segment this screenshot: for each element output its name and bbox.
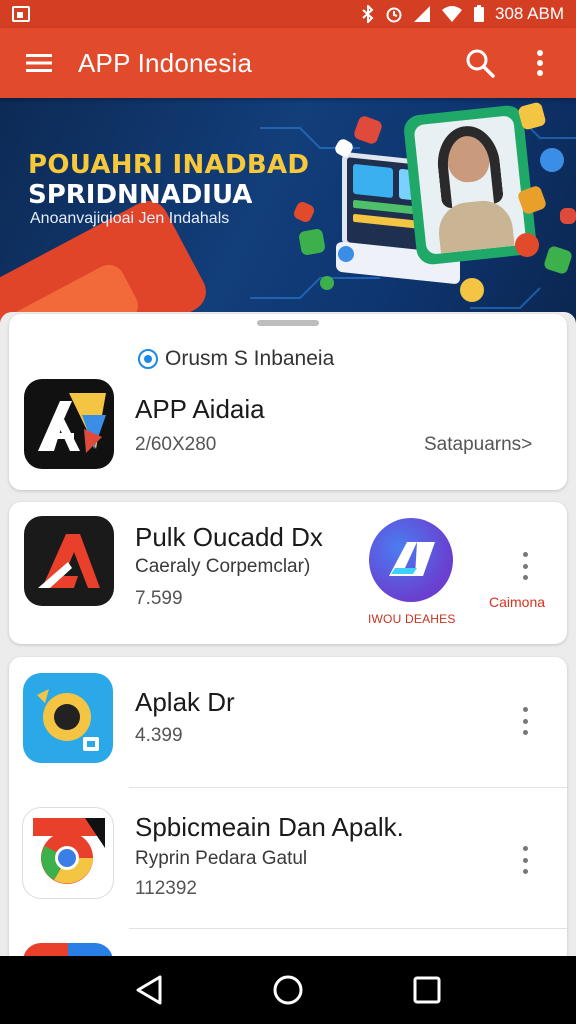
promo-app-icon[interactable] [369,518,453,602]
bluetooth-icon [362,5,374,23]
floating-tile [320,276,334,290]
side-label[interactable]: Caimona [489,594,545,610]
signal-icon [414,6,430,22]
list-item[interactable]: Aplak Dr 4.399 [9,657,567,787]
app-icon[interactable] [23,808,113,898]
app-name: Pulk Oucadd Dx [135,522,323,552]
floating-tile [460,278,484,302]
promo-banner[interactable]: POUAHRI INADBAD SPRIDNNADIUA Anoanvajiqi… [0,98,576,328]
featured-dimensions: 2/60X280 [135,434,217,455]
back-button[interactable] [119,960,179,1020]
app-card[interactable]: Pulk Oucadd Dx Caeraly Corpemclar) 7.599… [9,502,567,644]
more-options-button[interactable] [513,840,537,880]
app-count: 112392 [135,878,197,899]
app-title: APP Indonesia [78,47,253,78]
app-name: Aplak Dr [135,687,235,717]
app-logo-icon [37,689,99,751]
menu-button[interactable] [0,28,78,98]
list-item[interactable]: Spbicmeain Dan Apalk. Ryprin Pedara Gatu… [9,788,567,928]
app-logo-icon [38,534,100,588]
home-icon [273,975,303,1005]
featured-app-icon[interactable] [24,379,114,469]
app-name: Spbicmeain Dan Apalk. [135,812,404,842]
back-icon [136,975,162,1005]
chrome-icon [33,818,105,884]
section-label: Orusm S Inbaneia [165,347,335,370]
app-count: 4.399 [135,725,183,746]
app-icon[interactable] [24,516,114,606]
floating-tile [298,228,326,256]
menu-icon [26,54,52,72]
location-icon [138,349,158,369]
floating-tile [560,208,576,224]
section-label-row: Orusm S Inbaneia [137,347,334,371]
system-nav-bar [0,956,576,1024]
more-options-button[interactable] [513,701,537,741]
app-logo-icon [38,393,106,453]
app-count: 7.599 [135,588,183,609]
featured-action-link[interactable]: Satapuarns> [424,434,532,456]
battery-icon [474,5,484,22]
status-bar: 308 ABM [0,0,576,28]
banner-headline-2: SPRIDNNADIUA [28,180,253,210]
status-time: 308 ABM [495,4,564,23]
floating-tile [338,246,354,262]
featured-app-name: APP Aidaia [135,394,265,424]
app-subtitle: Ryprin Pedara Gatul [135,848,308,869]
wifi-icon [442,6,462,22]
recents-button[interactable] [397,960,457,1020]
more-vert-icon [537,50,543,76]
app-logo-icon [389,542,435,576]
banner-headline-1: POUAHRI INADBAD [28,150,310,180]
home-button[interactable] [258,960,318,1020]
status-icons: 308 ABM [361,4,564,24]
app-bar: APP Indonesia [0,28,576,98]
floating-tile [515,233,539,257]
more-options-button[interactable] [512,28,568,98]
alarm-icon [386,7,402,23]
app-subtitle: Caeraly Corpemclar) [135,556,311,577]
search-icon [466,49,495,78]
promo-label: IWOU DEAHES [368,612,456,626]
banner-subtitle: Anoanvajiqioai Jen Indahals [30,210,230,227]
app-list-card: Aplak Dr 4.399 Spbicmeain Dan Apalk. Ryp… [9,657,567,977]
featured-card[interactable]: Orusm S Inbaneia APP Aidaia 2/60X280 Sat… [9,314,567,490]
recents-icon [413,976,441,1004]
gallery-notification-icon [12,6,30,22]
app-icon[interactable] [23,673,113,763]
more-options-button[interactable] [513,546,537,586]
sheet-drag-handle[interactable] [257,320,319,326]
search-button[interactable] [448,28,512,98]
